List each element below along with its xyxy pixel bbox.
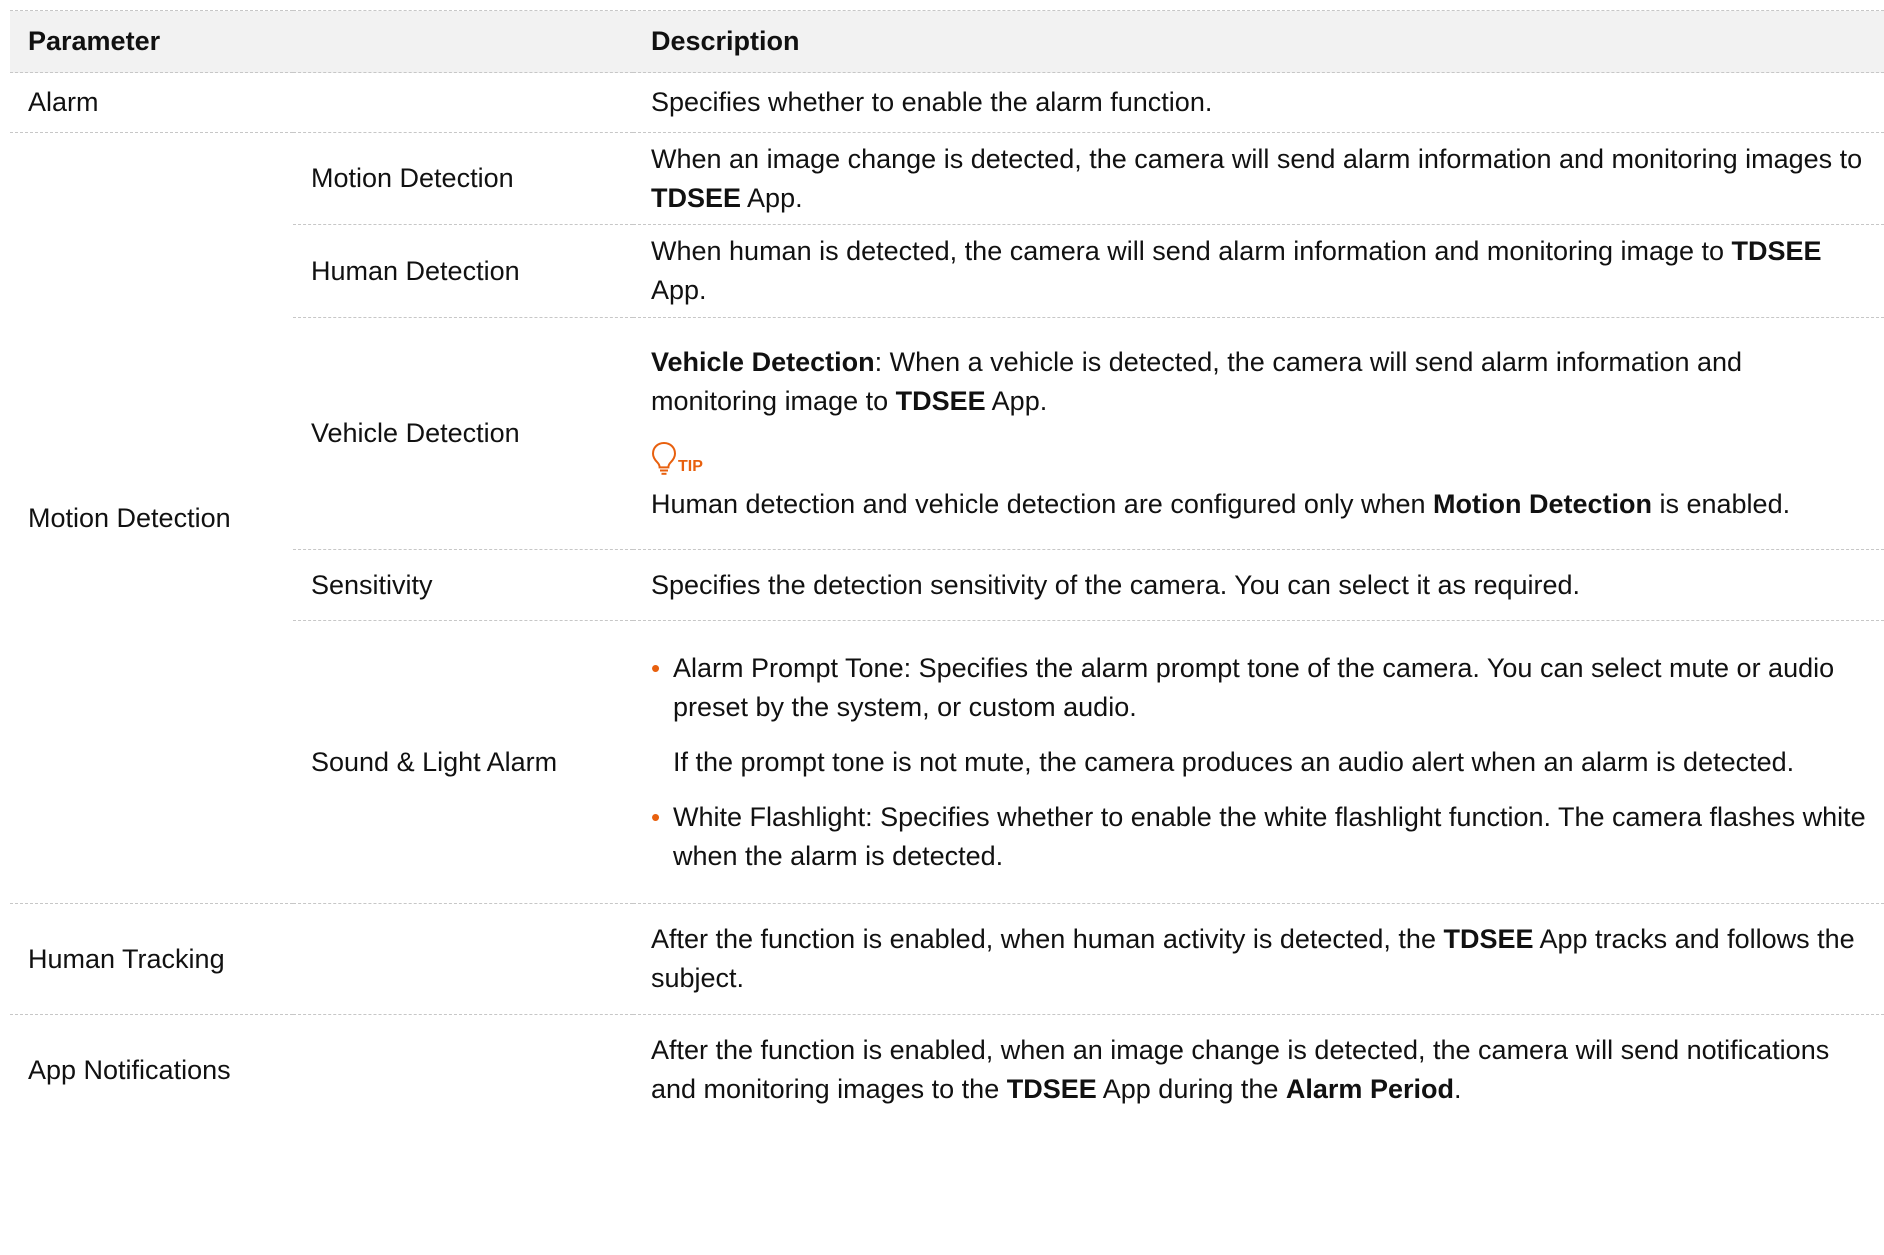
tip-text: Human detection and vehicle detection ar… <box>651 489 1791 519</box>
bullet-item: • Alarm Prompt Tone: Specifies the alarm … <box>651 649 1870 727</box>
app-name: TDSEE <box>1443 924 1534 954</box>
desc-alarm: Specifies whether to enable the alarm fu… <box>633 72 1884 133</box>
header-parameter: Parameter <box>10 10 633 73</box>
table-row: Motion Detection Motion Detection When a… <box>10 132 1884 904</box>
desc-human-tracking: After the function is enabled, when huma… <box>633 903 1884 1015</box>
app-name: TDSEE <box>651 182 742 213</box>
document-page: Parameter Description Alarm Specifies wh… <box>0 0 1884 1255</box>
bullet-item: • White Flashlight: Specifies whether to … <box>651 798 1870 876</box>
table-row: Human Tracking After the function is ena… <box>10 903 1884 1015</box>
param-motion-detection: Motion Detection <box>293 132 633 225</box>
desc-motion-detection: When an image change is detected, the ca… <box>633 132 1884 225</box>
table-header-row: Parameter Description <box>10 10 1884 73</box>
param-sensitivity: Sensitivity <box>293 549 633 621</box>
app-name: TDSEE <box>895 386 986 416</box>
bullet-dot-icon: • <box>651 652 661 683</box>
param-human-detection: Human Detection <box>293 224 633 318</box>
param-sound-light-alarm: Sound & Light Alarm <box>293 620 633 904</box>
bullet-note: If the prompt tone is not mute, the came… <box>673 746 1795 777</box>
param-human-tracking: Human Tracking <box>10 903 633 1015</box>
desc-vehicle-detection: Vehicle Detection: When a vehicle is det… <box>633 317 1884 550</box>
header-description: Description <box>633 10 1884 73</box>
tip-label: TIP <box>678 458 703 475</box>
tip-callout: TIP <box>651 433 1870 477</box>
vehicle-description: Vehicle Detection: When a vehicle is det… <box>651 347 1743 416</box>
param-alarm: Alarm <box>10 72 633 133</box>
desc-human-detection: When human is detected, the camera will … <box>633 224 1884 318</box>
table-row: Alarm Specifies whether to enable the al… <box>10 72 1884 133</box>
param-app-notifications: App Notifications <box>28 1054 231 1085</box>
desc-app-notifications: After the function is enabled, when an i… <box>651 1035 1830 1105</box>
app-name: TDSEE <box>1006 1074 1097 1105</box>
table-row: App Notifications After the function is … <box>10 1015 1884 1126</box>
desc-sound-light-alarm: • Alarm Prompt Tone: Specifies the alarm … <box>633 620 1884 904</box>
bullet-dot-icon: • <box>651 801 661 832</box>
desc-sensitivity: Specifies the detection sensitivity of t… <box>633 549 1884 621</box>
parameter-table: Parameter Description Alarm Specifies wh… <box>10 10 1884 1126</box>
lightbulb-icon <box>651 441 677 475</box>
app-name: TDSEE <box>1731 236 1822 266</box>
param-motion-detection-group: Motion Detection <box>10 132 293 904</box>
param-vehicle-detection: Vehicle Detection <box>293 317 633 550</box>
